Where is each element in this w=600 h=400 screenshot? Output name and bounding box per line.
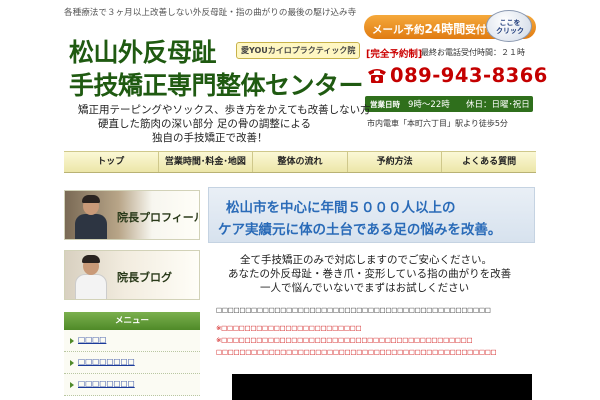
- director-photo: [73, 195, 109, 239]
- director-blog-photo: [73, 255, 109, 299]
- site-tagline: 各種療法で３ヶ月以上改善しない外反母趾・指の曲がりの最後の駆け込み寺: [64, 8, 357, 18]
- intro-text-line2: あなたの外反母趾・巻き爪・変形している指の曲がりを改善: [228, 268, 512, 280]
- director-blog-label: 院長ブログ: [117, 271, 172, 284]
- arrow-right-icon: [70, 338, 74, 344]
- intro-text-line3: 一人で悩んでいないでまずはお試しください: [260, 282, 470, 294]
- header-description-line1: 矯正用テーピングやソックス、歩き方をかえても改善しない方: [78, 104, 371, 116]
- notice-text-line3: □□□□□□□□□□□□□□□□□□□□□□□□□□□□□□□□□□□□□□□□…: [216, 348, 497, 356]
- sidebar-menu-item[interactable]: □□□□□□□□: [64, 352, 200, 374]
- site-title-line2[interactable]: 手技矯正専門整体センター: [69, 66, 364, 102]
- content-placeholder-text: □□□□□□□□□□□□□□□□□□□□□□□□□□□□□□□□□□□□□□□□…: [216, 306, 491, 314]
- click-here-button[interactable]: ここを クリック: [486, 10, 532, 42]
- access-info: 市内電車「本町六丁目」駅より徒歩5分: [367, 119, 508, 128]
- main-nav: トップ 営業時間･料金･地図 整体の流れ 予約方法 よくある質問: [64, 151, 536, 173]
- header-description-line2: 硬直した筋肉の深い部分 足の骨の調整による: [98, 118, 312, 130]
- intro-text-line1: 全て手技矯正のみで対応しますのでご安心ください。: [240, 254, 492, 266]
- business-hours-label: 営業日時: [370, 100, 400, 109]
- business-hours-value: 9時～22時: [408, 100, 450, 110]
- closed-days: 休日：日曜･祝日: [466, 100, 530, 110]
- director-blog-banner[interactable]: 院長ブログ: [64, 250, 200, 300]
- arrow-right-icon: [70, 360, 74, 366]
- reservation-only-label: [完全予約制]: [366, 49, 423, 60]
- sidebar-menu-item[interactable]: □□□□: [64, 330, 200, 352]
- hero-heading-line2: ケア実績元に体の土台である足の悩みを改善。: [218, 222, 502, 238]
- sidebar-menu-title: メニュー: [64, 312, 200, 330]
- site-title-line1[interactable]: 松山外反母趾: [69, 33, 217, 69]
- nav-item-reservation[interactable]: 予約方法: [348, 152, 443, 172]
- sidebar-menu-list: □□□□ □□□□□□□□ □□□□□□□□: [64, 330, 200, 396]
- notice-text-line1: ※□□□□□□□□□□□□□□□□□□□□□□□□: [216, 324, 362, 332]
- click-here-label: ここを クリック: [496, 19, 524, 35]
- sidebar-menu-item-label: □□□□: [78, 335, 107, 344]
- sidebar-menu-item-label: □□□□□□□□: [78, 379, 135, 388]
- phone-number[interactable]: 089-943-8366: [390, 64, 548, 87]
- nav-item-top[interactable]: トップ: [64, 152, 159, 172]
- header-description-line3: 独自の手技矯正で改善！: [152, 132, 268, 144]
- sidebar-menu-item[interactable]: □□□□□□□□: [64, 374, 200, 396]
- director-profile-banner[interactable]: 院長プロフィール: [64, 190, 200, 240]
- clinic-name-badge: 愛YOUカイロプラクティック院: [236, 42, 361, 59]
- notice-text-line2: ※□□□□□□□□□□□□□□□□□□□□□□□□□□□□□□□□□□□□□□□…: [216, 336, 473, 344]
- last-call-time: 最終お電話受付時間：２１時: [421, 48, 525, 57]
- nav-item-hours-price-map[interactable]: 営業時間･料金･地図: [159, 152, 254, 172]
- video-player[interactable]: [232, 374, 532, 400]
- arrow-right-icon: [70, 382, 74, 388]
- hero-heading-line1: 松山市を中心に年間５０００人以上の: [226, 200, 456, 216]
- page: 各種療法で３ヶ月以上改善しない外反母趾・指の曲がりの最後の駆け込み寺 松山外反母…: [0, 0, 600, 400]
- phone-icon: [368, 69, 386, 83]
- nav-item-faq[interactable]: よくある質問: [442, 152, 536, 172]
- nav-item-treatment-flow[interactable]: 整体の流れ: [253, 152, 348, 172]
- sidebar-menu-item-label: □□□□□□□□: [78, 357, 135, 366]
- director-profile-label: 院長プロフィール: [117, 211, 200, 224]
